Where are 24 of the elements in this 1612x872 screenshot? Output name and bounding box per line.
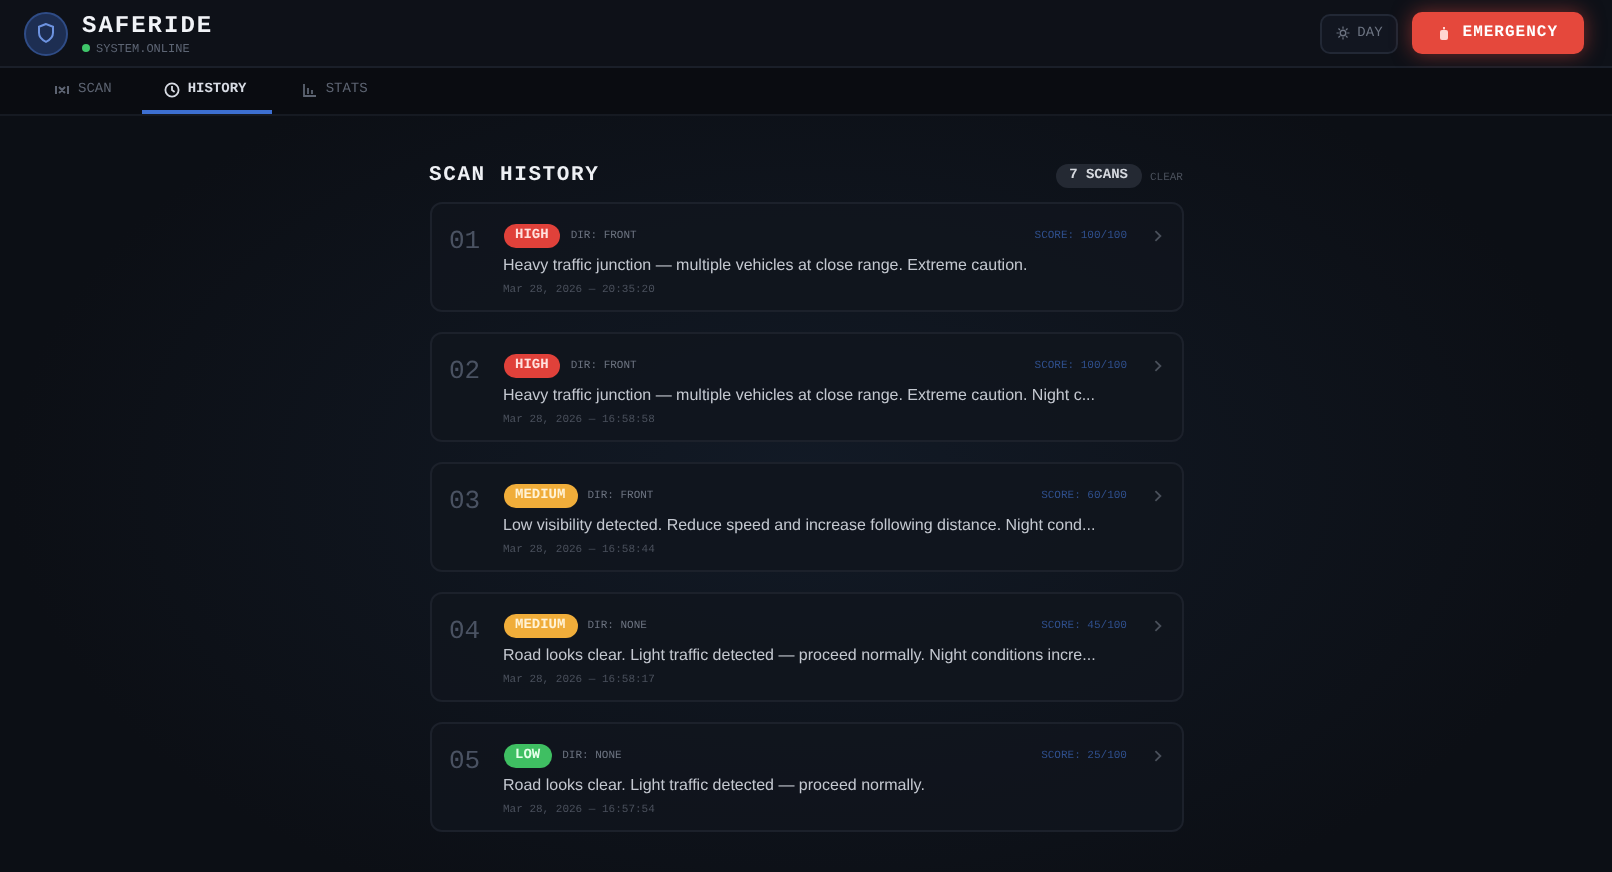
scan-description: Heavy traffic junction — multiple vehicles at close range. Extreme caution. xyxy=(503,256,1030,274)
scan-number: 04 xyxy=(449,614,483,650)
chevron-right-icon xyxy=(1153,619,1161,631)
scan-description: Road looks clear. Light traffic detected — proceed normally. xyxy=(503,776,927,794)
shield-logo xyxy=(24,11,68,55)
bar-chart-icon xyxy=(301,81,318,97)
siren-icon xyxy=(1438,25,1451,41)
emergency-button[interactable]: EMERGENCY xyxy=(1412,12,1584,54)
scan-description: Heavy traffic junction — multiple vehicles at close range. Extreme caution. Night c... xyxy=(503,386,1097,404)
chevron-right-icon xyxy=(1153,359,1161,371)
scan-number: 01 xyxy=(449,224,483,260)
sun-icon xyxy=(1335,26,1350,40)
scan-number: 05 xyxy=(449,744,483,780)
scan-description: Low visibility detected. Reduce speed and increase following distance. Night cond... xyxy=(503,516,1098,534)
section-title: SCAN HISTORY xyxy=(429,164,600,188)
chevron-right-icon xyxy=(1153,749,1161,761)
clock-icon xyxy=(163,81,180,97)
scan-number: 02 xyxy=(449,354,483,390)
scan-number: 03 xyxy=(449,484,483,520)
app-title: SAFERIDE xyxy=(82,11,214,39)
scan-description: Road looks clear. Light traffic detected — proceed normally. Night conditions incre... xyxy=(503,646,1098,664)
scan-icon xyxy=(54,81,70,97)
chevron-right-icon xyxy=(1153,489,1161,501)
chevron-right-icon xyxy=(1153,229,1161,241)
